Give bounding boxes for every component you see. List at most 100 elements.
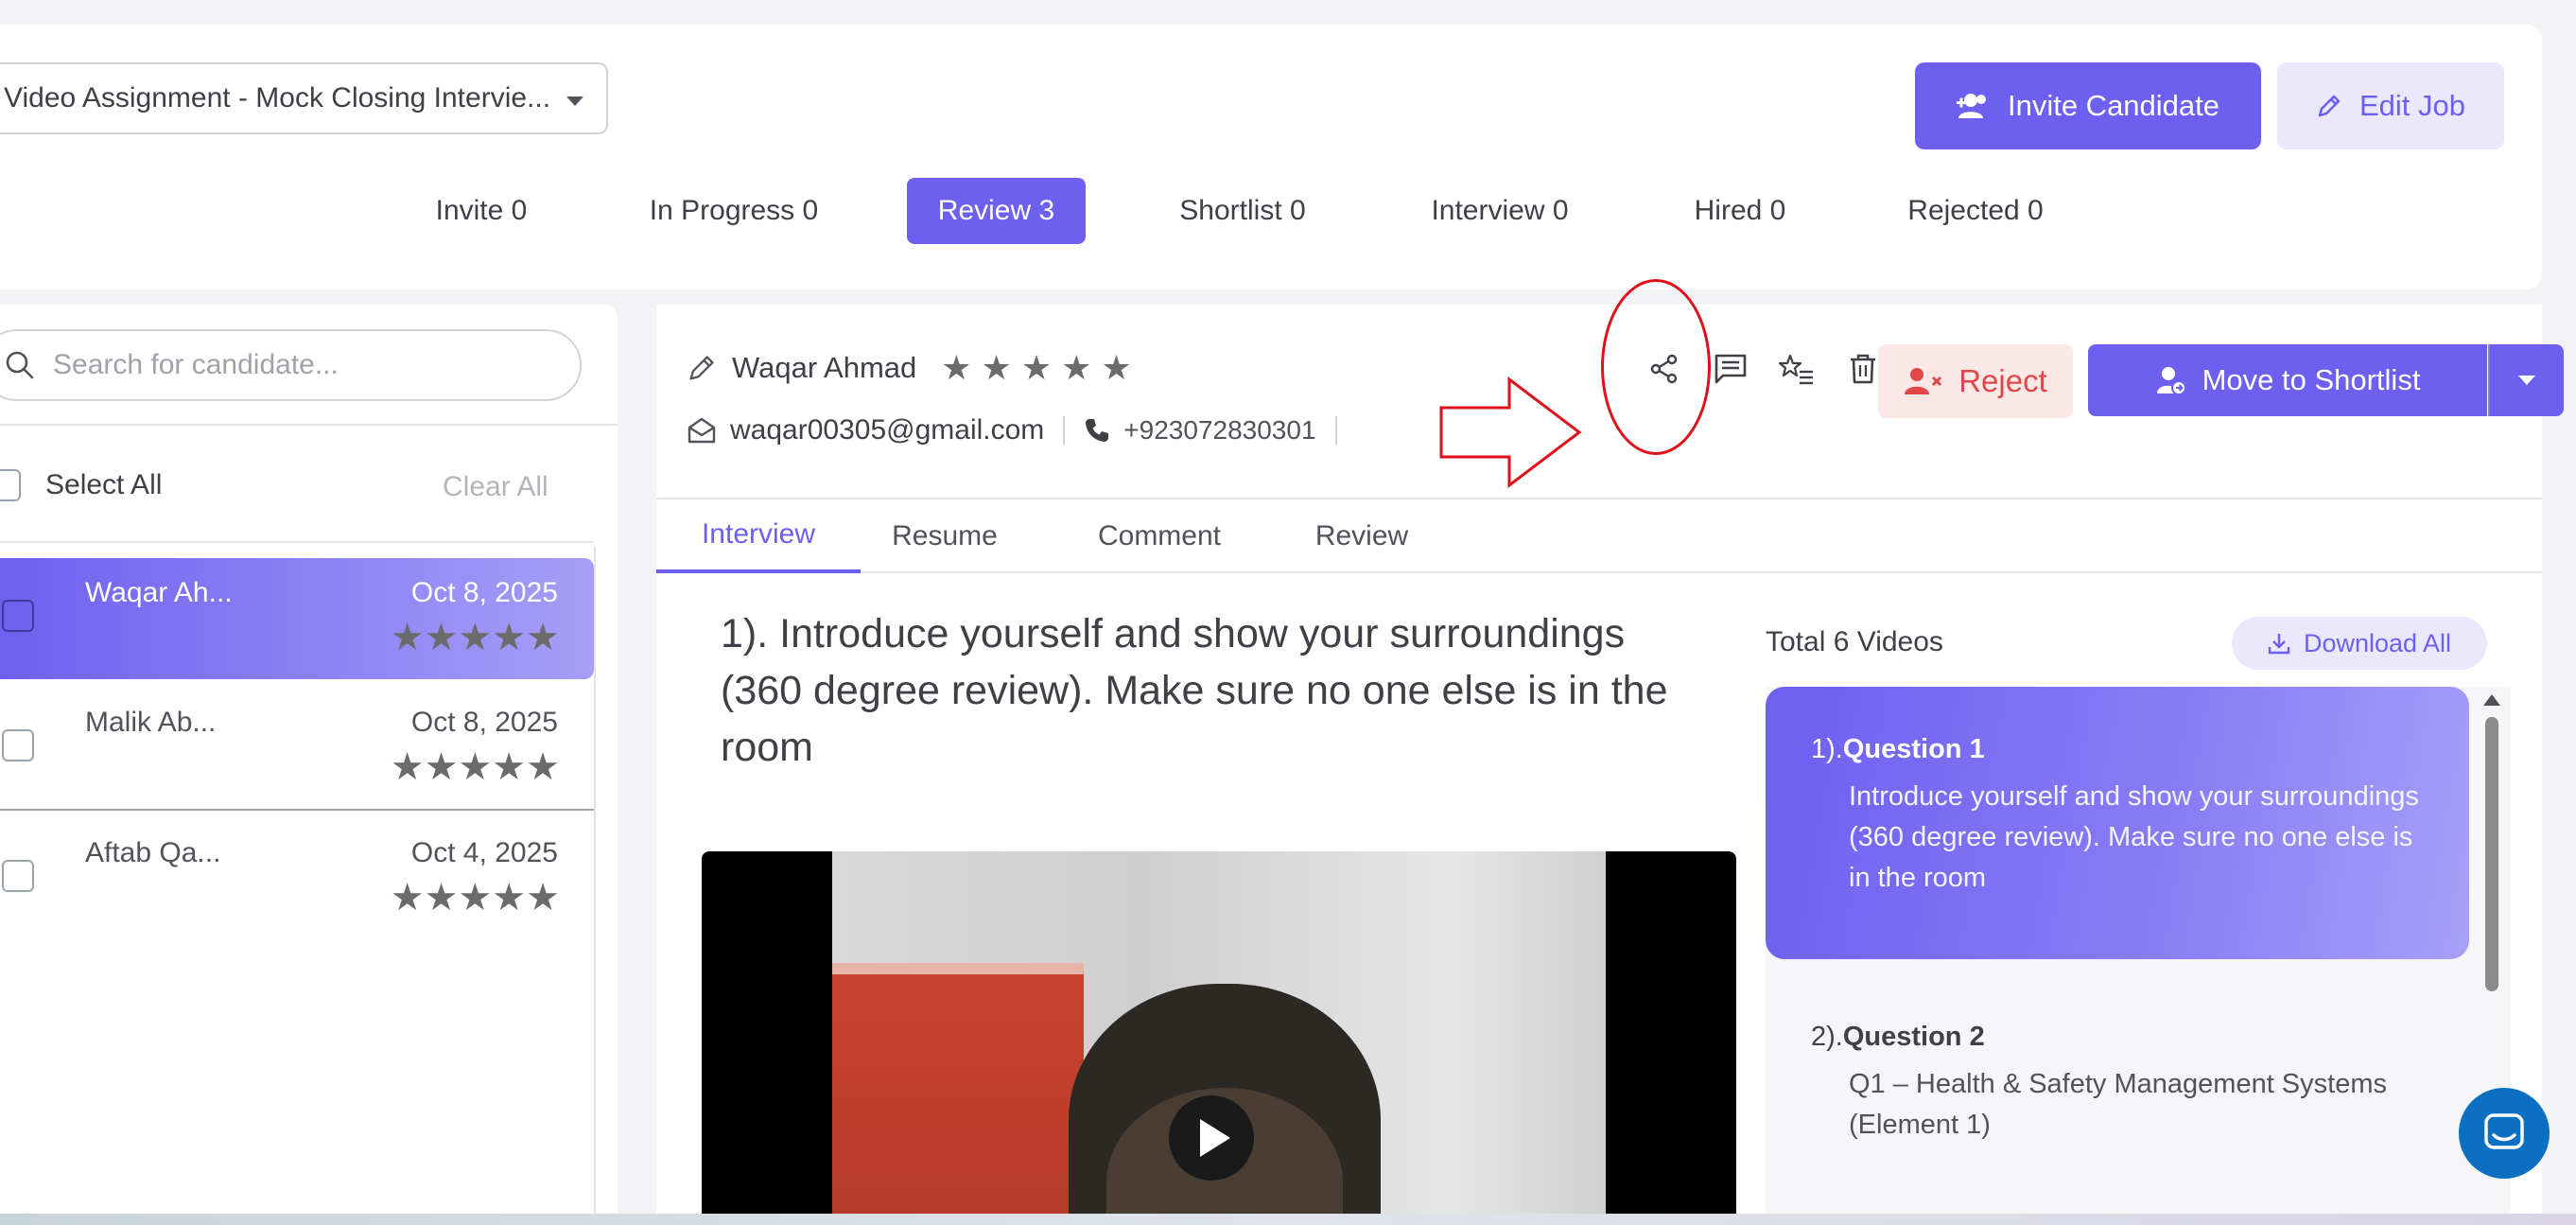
star-list-icon (1779, 354, 1813, 385)
question-card[interactable]: 1).Question 1 Introduce yourself and sho… (1766, 687, 2469, 959)
candidate-date: Oct 4, 2025 (410, 837, 558, 868)
candidate-name: Waqar Ah... (85, 577, 233, 608)
chevron-down-icon (2518, 376, 2535, 385)
divider (0, 809, 594, 811)
job-select-dropdown[interactable]: Video Assignment - Mock Closing Intervie… (0, 62, 608, 134)
question-heading: 2).Question 2 (1811, 1022, 2431, 1053)
tab-review[interactable]: Review 3 (907, 178, 1086, 244)
comment-button[interactable] (1712, 350, 1749, 388)
video-player[interactable] (702, 851, 1736, 1225)
annotation-arrow-icon (1439, 376, 1582, 488)
question-card[interactable]: 2).Question 2 Q1 – Health & Safety Manag… (1766, 971, 2469, 1225)
candidate-rating[interactable]: ★ ★ ★ ★ ★ (941, 348, 1131, 388)
candidate-row[interactable]: Malik Ab... Oct 8, 2025 ★★★★★ (0, 688, 594, 809)
candidate-header: Waqar Ahmad ★ ★ ★ ★ ★ (687, 348, 1132, 388)
tab-resume[interactable]: Resume (874, 499, 1016, 573)
search-input[interactable] (53, 349, 545, 381)
search-icon (6, 351, 34, 379)
divider (1334, 416, 1337, 445)
tab-rejected[interactable]: Rejected 0 (1891, 178, 2060, 244)
divider (1063, 416, 1066, 445)
play-button[interactable] (1169, 1095, 1254, 1181)
star-icon: ★★★★★ (390, 746, 560, 788)
comment-icon (1714, 354, 1747, 384)
window-bottom-edge (0, 1214, 2576, 1225)
clear-all-button[interactable]: Clear All (443, 471, 548, 503)
reject-label: Reject (1958, 363, 2047, 398)
question-text: Introduce yourself and show your surroun… (1849, 781, 2419, 893)
pencil-icon[interactable] (687, 353, 717, 383)
review-button[interactable] (1778, 350, 1816, 388)
candidate-list-panel: Select All Clear All Waqar Ah... Oct 8, … (0, 305, 618, 1225)
question-number: 2). (1811, 1022, 1843, 1052)
candidate-email: waqar00305@gmail.com (730, 414, 1045, 446)
question-title: 1). Introduce yourself and show your sur… (721, 611, 1668, 770)
tab-in-progress[interactable]: In Progress 0 (629, 178, 839, 244)
question-text: Q1 – Health & Safety Management Systems … (1849, 1069, 2387, 1140)
select-all-row[interactable]: Select All (0, 469, 162, 501)
candidate-rating: ★★★★★ (391, 877, 560, 919)
download-icon (2268, 634, 2290, 655)
tab-review-content[interactable]: Review (1286, 499, 1437, 573)
trash-icon (1851, 354, 1875, 384)
question-number: 1). (1811, 734, 1843, 764)
chat-widget-button[interactable] (2459, 1088, 2550, 1179)
candidate-checkbox[interactable] (2, 860, 34, 892)
download-all-label: Download All (2303, 628, 2452, 657)
candidate-date: Oct 8, 2025 (410, 577, 558, 608)
video-scene (832, 974, 1084, 1225)
candidate-detail-panel: Waqar Ahmad ★ ★ ★ ★ ★ waqar00305@gmail.c… (656, 305, 2564, 1225)
delete-button[interactable] (1844, 350, 1882, 388)
divider (0, 424, 618, 426)
mail-icon (688, 417, 716, 444)
candidate-date: Oct 8, 2025 (410, 707, 558, 738)
annotation-circle (1601, 279, 1711, 455)
tab-interview[interactable]: Interview 0 (1415, 178, 1585, 244)
select-all-label: Select All (45, 469, 163, 500)
edit-job-button[interactable]: Edit Job (2277, 62, 2504, 149)
contact-info: waqar00305@gmail.com +923072830301 (687, 414, 1343, 446)
candidate-row[interactable]: Aftab Qa... Oct 4, 2025 ★★★★★ (0, 818, 594, 939)
job-header-card: Video Assignment - Mock Closing Intervie… (0, 25, 2542, 289)
chevron-down-icon (566, 96, 583, 106)
candidate-row[interactable]: Waqar Ah... Oct 8, 2025 ★★★★★ (0, 558, 594, 679)
scroll-up-icon[interactable] (2483, 694, 2500, 706)
question-label: Question 1 (1842, 734, 1985, 764)
select-all-checkbox[interactable] (0, 469, 21, 501)
question-label: Question 2 (1842, 1022, 1985, 1052)
tab-invite[interactable]: Invite 0 (407, 178, 556, 244)
divider (594, 546, 596, 1225)
invite-candidate-button[interactable]: Invite Candidate (1915, 62, 2261, 149)
user-arrow-icon (2156, 367, 2186, 395)
reject-button[interactable]: Reject (1878, 344, 2073, 418)
phone-icon (1086, 419, 1109, 442)
candidate-name: Malik Ab... (85, 707, 217, 738)
candidate-checkbox[interactable] (2, 600, 34, 632)
move-to-shortlist-button[interactable]: Move to Shortlist (2088, 344, 2487, 416)
download-all-button[interactable]: Download All (2232, 617, 2487, 670)
star-icon: ★★★★★ (390, 617, 560, 658)
scrollbar-thumb[interactable] (2485, 717, 2498, 991)
chat-icon (2484, 1113, 2524, 1149)
pencil-icon (2318, 95, 2341, 117)
search-box[interactable] (0, 329, 582, 401)
candidate-phone: +923072830301 (1123, 415, 1316, 445)
candidate-rating: ★★★★★ (391, 746, 560, 788)
candidate-checkbox[interactable] (2, 729, 34, 761)
tab-interview[interactable]: Interview (656, 499, 861, 573)
shortlist-dropdown-toggle[interactable] (2488, 344, 2564, 416)
candidate-name: Aftab Qa... (85, 837, 221, 868)
invite-candidate-label: Invite Candidate (2007, 89, 2220, 122)
edit-job-label: Edit Job (2358, 89, 2465, 122)
tab-shortlist[interactable]: Shortlist 0 (1156, 178, 1330, 244)
user-remove-icon (1905, 368, 1942, 394)
tab-hired[interactable]: Hired 0 (1674, 178, 1806, 244)
candidate-full-name: Waqar Ahmad (732, 351, 917, 384)
divider (0, 541, 594, 543)
question-heading: 1).Question 1 (1811, 734, 2431, 765)
play-icon (1200, 1119, 1230, 1157)
tab-comment[interactable]: Comment (1084, 499, 1235, 573)
candidate-rating: ★★★★★ (391, 617, 560, 658)
stage-tabs: Invite 0 In Progress 0 Review 3 Shortlis… (0, 178, 2542, 248)
star-icon[interactable]: ★ ★ ★ ★ ★ (941, 348, 1131, 388)
